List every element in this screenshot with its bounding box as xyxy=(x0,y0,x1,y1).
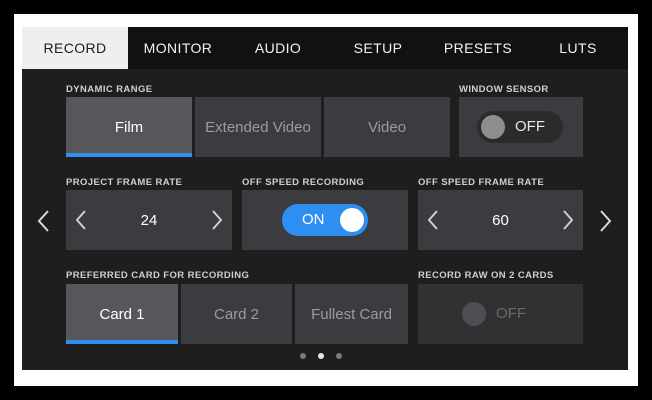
page-dot[interactable] xyxy=(336,353,342,359)
off-speed-recording-toggle[interactable]: ON xyxy=(282,204,368,236)
toggle-knob xyxy=(481,115,505,139)
dynamic-range-extended-video[interactable]: Extended Video xyxy=(195,97,321,157)
record-raw-2-cards-tile: OFF xyxy=(418,284,583,344)
selected-indicator xyxy=(66,153,192,157)
dynamic-range-film-label: Film xyxy=(114,118,144,136)
page-dot-current[interactable] xyxy=(318,353,324,359)
preferred-card-1[interactable]: Card 1 xyxy=(66,284,178,344)
off-speed-recording-tile: ON xyxy=(242,190,408,250)
dynamic-range-film[interactable]: Film xyxy=(66,97,192,157)
preferred-card-2-label: Card 2 xyxy=(213,305,260,323)
dynamic-range-video[interactable]: Video xyxy=(324,97,450,157)
selected-indicator xyxy=(66,340,178,344)
off-speed-frame-rate-value: 60 xyxy=(492,211,509,229)
off-speed-recording-label: OFF SPEED RECORDING xyxy=(242,177,365,188)
toggle-knob xyxy=(462,302,486,326)
chevron-left-icon[interactable] xyxy=(74,209,88,231)
project-frame-rate-value: 24 xyxy=(140,211,158,229)
chevron-right-icon[interactable] xyxy=(561,209,575,231)
preferred-card-fullest[interactable]: Fullest Card xyxy=(295,284,408,344)
tab-luts[interactable]: LUTS xyxy=(528,27,628,69)
window-sensor-toggle[interactable]: OFF xyxy=(477,111,563,143)
project-frame-rate-label: PROJECT FRAME RATE xyxy=(66,177,183,188)
preferred-card-fullest-label: Fullest Card xyxy=(311,305,392,323)
tab-record[interactable]: RECORD xyxy=(22,27,128,69)
page-indicator xyxy=(300,353,342,359)
dynamic-range-video-label: Video xyxy=(367,118,407,136)
window-sensor-label: WINDOW SENSOR xyxy=(459,84,549,95)
window-sensor-tile: OFF xyxy=(459,97,583,157)
page-dot[interactable] xyxy=(300,353,306,359)
dynamic-range-extended-video-label: Extended Video xyxy=(205,118,311,136)
tab-bar: RECORD MONITOR AUDIO SETUP PRESETS LUTS xyxy=(22,27,628,69)
preferred-card-1-label: Card 1 xyxy=(99,305,145,323)
project-frame-rate-tile: 24 xyxy=(66,190,232,250)
record-raw-2-cards-toggle[interactable]: OFF xyxy=(458,298,544,330)
record-raw-2-cards-state: OFF xyxy=(496,305,526,322)
tab-audio[interactable]: AUDIO xyxy=(228,27,328,69)
off-speed-recording-state: ON xyxy=(302,211,325,228)
tab-presets[interactable]: PRESETS xyxy=(428,27,528,69)
dynamic-range-label: DYNAMIC RANGE xyxy=(66,84,153,95)
previous-page-icon[interactable] xyxy=(36,209,50,233)
off-speed-frame-rate-tile: 60 xyxy=(418,190,583,250)
preferred-card-label: PREFERRED CARD FOR RECORDING xyxy=(66,270,250,281)
record-raw-2-cards-label: RECORD RAW ON 2 CARDS xyxy=(418,270,554,281)
window-sensor-state: OFF xyxy=(515,118,545,135)
tab-monitor[interactable]: MONITOR xyxy=(128,27,228,69)
chevron-left-icon[interactable] xyxy=(426,209,440,231)
next-page-icon[interactable] xyxy=(599,209,613,233)
off-speed-frame-rate-label: OFF SPEED FRAME RATE xyxy=(418,177,545,188)
toggle-knob xyxy=(340,208,364,232)
tab-setup[interactable]: SETUP xyxy=(328,27,428,69)
chevron-right-icon[interactable] xyxy=(210,209,224,231)
preferred-card-2[interactable]: Card 2 xyxy=(181,284,292,344)
